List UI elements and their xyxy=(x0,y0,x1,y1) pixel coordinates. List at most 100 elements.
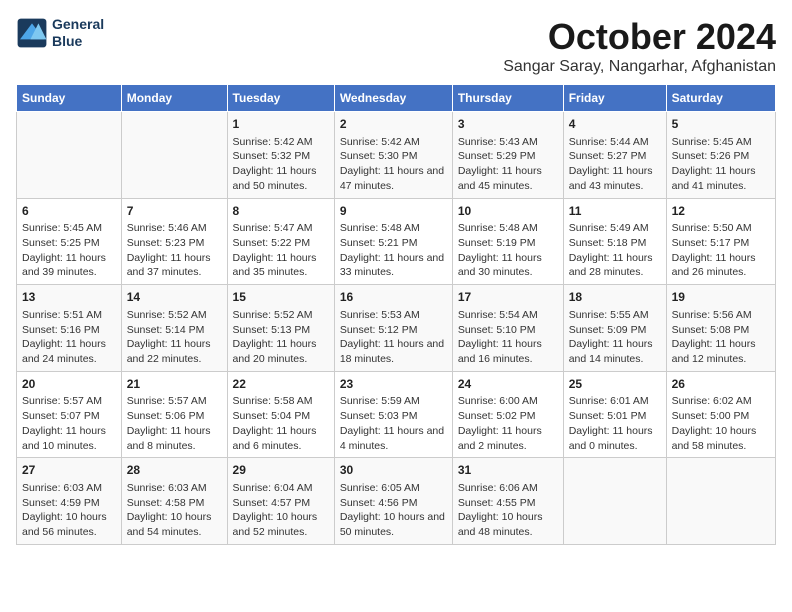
day-number: 9 xyxy=(340,203,447,220)
day-cell xyxy=(563,458,666,545)
day-number: 6 xyxy=(22,203,116,220)
day-info: Sunrise: 6:04 AMSunset: 4:57 PMDaylight:… xyxy=(233,481,329,540)
day-number: 11 xyxy=(569,203,661,220)
day-cell: 25Sunrise: 6:01 AMSunset: 5:01 PMDayligh… xyxy=(563,371,666,458)
day-cell: 15 Sunrise: 5:52 AMSunset: 5:13 PMDayligh… xyxy=(227,285,334,372)
day-number: 27 xyxy=(22,462,116,479)
day-info: Sunrise: 6:05 AMSunset: 4:56 PMDaylight:… xyxy=(340,481,447,540)
day-number: 15 xyxy=(233,289,329,306)
week-row-3: 13 Sunrise: 5:51 AMSunset: 5:16 PMDayligh… xyxy=(17,285,776,372)
day-info: Sunrise: 5:57 AMSunset: 5:07 PMDaylight:… xyxy=(22,394,116,453)
day-cell: 28Sunrise: 6:03 AMSunset: 4:58 PMDayligh… xyxy=(121,458,227,545)
month-title: October 2024 xyxy=(503,16,776,58)
day-info: Sunrise: 5:45 AMSunset: 5:26 PMDaylight:… xyxy=(672,135,770,194)
day-cell: 9Sunrise: 5:48 AMSunset: 5:21 PMDaylight… xyxy=(334,198,452,285)
day-cell: 19Sunrise: 5:56 AMSunset: 5:08 PMDayligh… xyxy=(666,285,775,372)
day-number: 20 xyxy=(22,376,116,393)
day-cell: 3Sunrise: 5:43 AMSunset: 5:29 PMDaylight… xyxy=(452,112,563,199)
day-info: Sunrise: 5:47 AMSunset: 5:22 PMDaylight:… xyxy=(233,221,329,280)
day-cell: 10Sunrise: 5:48 AMSunset: 5:19 PMDayligh… xyxy=(452,198,563,285)
day-info: Sunrise: 5:45 AMSunset: 5:25 PMDaylight:… xyxy=(22,221,116,280)
day-info: Sunrise: 6:02 AMSunset: 5:00 PMDaylight:… xyxy=(672,394,770,453)
day-cell: 20Sunrise: 5:57 AMSunset: 5:07 PMDayligh… xyxy=(17,371,122,458)
day-info: Sunrise: 6:01 AMSunset: 5:01 PMDaylight:… xyxy=(569,394,661,453)
day-cell: 16 Sunrise: 5:53 AMSunset: 5:12 PMDayligh… xyxy=(334,285,452,372)
day-number: 18 xyxy=(569,289,661,306)
day-info: Sunrise: 6:03 AMSunset: 4:59 PMDaylight:… xyxy=(22,481,116,540)
day-info: Sunrise: 5:56 AMSunset: 5:08 PMDaylight:… xyxy=(672,308,770,367)
day-number: 13 xyxy=(22,289,116,306)
header-cell-monday: Monday xyxy=(121,85,227,112)
day-cell: 31Sunrise: 6:06 AMSunset: 4:55 PMDayligh… xyxy=(452,458,563,545)
day-number: 3 xyxy=(458,116,558,133)
location-title: Sangar Saray, Nangarhar, Afghanistan xyxy=(503,58,776,76)
day-number: 30 xyxy=(340,462,447,479)
header-cell-sunday: Sunday xyxy=(17,85,122,112)
week-row-4: 20Sunrise: 5:57 AMSunset: 5:07 PMDayligh… xyxy=(17,371,776,458)
day-info: Sunrise: 5:51 AMSunset: 5:16 PMDaylight:… xyxy=(22,308,116,367)
day-info: Sunrise: 5:59 AMSunset: 5:03 PMDaylight:… xyxy=(340,394,447,453)
day-cell xyxy=(666,458,775,545)
day-info: Sunrise: 5:49 AMSunset: 5:18 PMDaylight:… xyxy=(569,221,661,280)
day-cell: 2 Sunrise: 5:42 AMSunset: 5:30 PMDaylight… xyxy=(334,112,452,199)
day-info: Sunrise: 5:48 AMSunset: 5:21 PMDaylight:… xyxy=(340,221,447,280)
day-number: 7 xyxy=(127,203,222,220)
day-cell: 12Sunrise: 5:50 AMSunset: 5:17 PMDayligh… xyxy=(666,198,775,285)
day-cell: 29 Sunrise: 6:04 AMSunset: 4:57 PMDayligh… xyxy=(227,458,334,545)
day-number: 22 xyxy=(233,376,329,393)
day-info: Sunrise: 5:42 AMSunset: 5:30 PMDaylight:… xyxy=(340,135,447,194)
day-info: Sunrise: 5:57 AMSunset: 5:06 PMDaylight:… xyxy=(127,394,222,453)
day-number: 2 xyxy=(340,116,447,133)
day-info: Sunrise: 6:00 AMSunset: 5:02 PMDaylight:… xyxy=(458,394,558,453)
logo: General Blue xyxy=(16,16,104,50)
day-cell: 4Sunrise: 5:44 AMSunset: 5:27 PMDaylight… xyxy=(563,112,666,199)
day-cell: 14Sunrise: 5:52 AMSunset: 5:14 PMDayligh… xyxy=(121,285,227,372)
day-cell: 5Sunrise: 5:45 AMSunset: 5:26 PMDaylight… xyxy=(666,112,775,199)
title-block: October 2024 Sangar Saray, Nangarhar, Af… xyxy=(503,16,776,76)
week-row-5: 27 Sunrise: 6:03 AMSunset: 4:59 PMDayligh… xyxy=(17,458,776,545)
day-cell: 8Sunrise: 5:47 AMSunset: 5:22 PMDaylight… xyxy=(227,198,334,285)
day-number: 10 xyxy=(458,203,558,220)
day-info: Sunrise: 5:46 AMSunset: 5:23 PMDaylight:… xyxy=(127,221,222,280)
day-cell: 7Sunrise: 5:46 AMSunset: 5:23 PMDaylight… xyxy=(121,198,227,285)
day-number: 25 xyxy=(569,376,661,393)
week-row-1: 1Sunrise: 5:42 AMSunset: 5:32 PMDaylight… xyxy=(17,112,776,199)
header-cell-wednesday: Wednesday xyxy=(334,85,452,112)
header-row: SundayMondayTuesdayWednesdayThursdayFrid… xyxy=(17,85,776,112)
day-info: Sunrise: 5:58 AMSunset: 5:04 PMDaylight:… xyxy=(233,394,329,453)
logo-icon xyxy=(16,17,48,49)
header-cell-tuesday: Tuesday xyxy=(227,85,334,112)
day-number: 29 xyxy=(233,462,329,479)
day-number: 17 xyxy=(458,289,558,306)
day-cell: 1Sunrise: 5:42 AMSunset: 5:32 PMDaylight… xyxy=(227,112,334,199)
day-cell: 13 Sunrise: 5:51 AMSunset: 5:16 PMDayligh… xyxy=(17,285,122,372)
day-number: 28 xyxy=(127,462,222,479)
day-cell: 24Sunrise: 6:00 AMSunset: 5:02 PMDayligh… xyxy=(452,371,563,458)
day-info: Sunrise: 5:50 AMSunset: 5:17 PMDaylight:… xyxy=(672,221,770,280)
day-info: Sunrise: 5:42 AMSunset: 5:32 PMDaylight:… xyxy=(233,135,329,194)
header-cell-thursday: Thursday xyxy=(452,85,563,112)
day-cell xyxy=(17,112,122,199)
day-number: 24 xyxy=(458,376,558,393)
day-info: Sunrise: 5:52 AMSunset: 5:13 PMDaylight:… xyxy=(233,308,329,367)
day-cell: 30 Sunrise: 6:05 AMSunset: 4:56 PMDayligh… xyxy=(334,458,452,545)
day-info: Sunrise: 5:48 AMSunset: 5:19 PMDaylight:… xyxy=(458,221,558,280)
day-cell: 23Sunrise: 5:59 AMSunset: 5:03 PMDayligh… xyxy=(334,371,452,458)
day-cell: 6Sunrise: 5:45 AMSunset: 5:25 PMDaylight… xyxy=(17,198,122,285)
day-number: 16 xyxy=(340,289,447,306)
day-number: 26 xyxy=(672,376,770,393)
day-cell: 18 Sunrise: 5:55 AMSunset: 5:09 PMDayligh… xyxy=(563,285,666,372)
logo-line2: Blue xyxy=(52,33,104,50)
logo-text: General Blue xyxy=(52,16,104,50)
day-info: Sunrise: 5:53 AMSunset: 5:12 PMDaylight:… xyxy=(340,308,447,367)
day-cell: 22Sunrise: 5:58 AMSunset: 5:04 PMDayligh… xyxy=(227,371,334,458)
day-number: 12 xyxy=(672,203,770,220)
day-info: Sunrise: 5:54 AMSunset: 5:10 PMDaylight:… xyxy=(458,308,558,367)
day-cell xyxy=(121,112,227,199)
calendar-table: SundayMondayTuesdayWednesdayThursdayFrid… xyxy=(16,84,776,545)
day-number: 14 xyxy=(127,289,222,306)
day-cell: 27 Sunrise: 6:03 AMSunset: 4:59 PMDayligh… xyxy=(17,458,122,545)
day-info: Sunrise: 5:55 AMSunset: 5:09 PMDaylight:… xyxy=(569,308,661,367)
day-number: 8 xyxy=(233,203,329,220)
day-number: 31 xyxy=(458,462,558,479)
